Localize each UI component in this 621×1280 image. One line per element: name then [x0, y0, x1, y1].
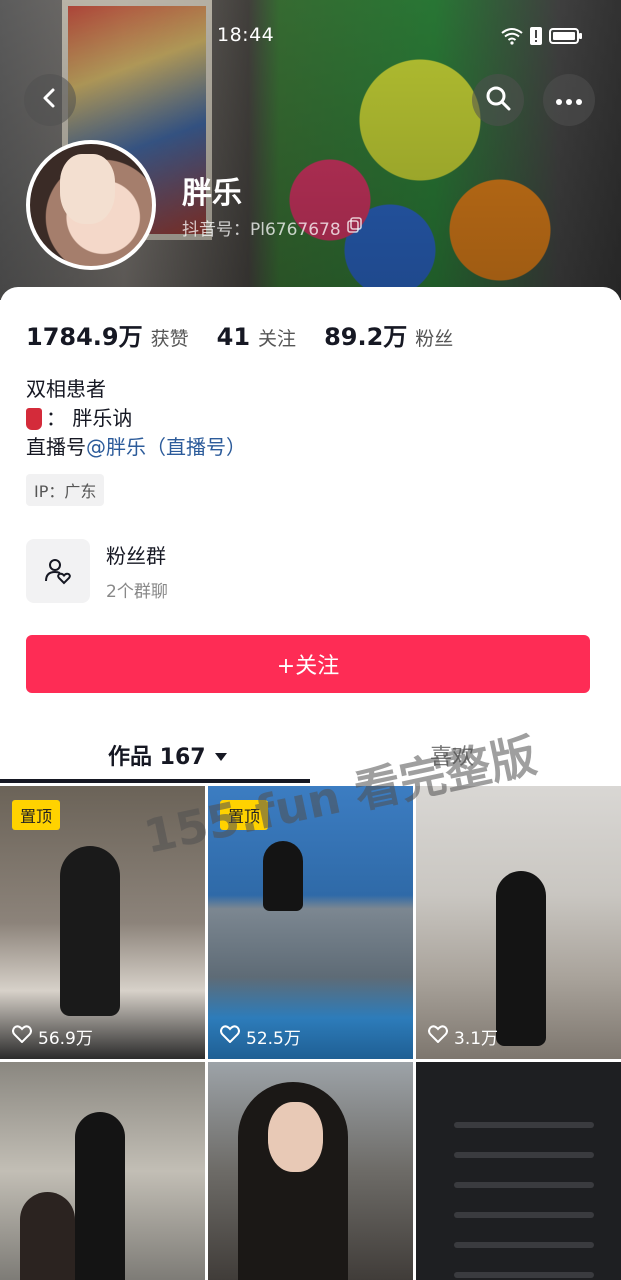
tab-active-indicator [0, 779, 310, 783]
video-likes: 3.1万 [428, 1024, 498, 1049]
profile-stats: 1784.9万 获赞 41 关注 89.2万 粉丝 [26, 317, 453, 352]
fan-group-subtitle: 2个群聊 [106, 582, 168, 602]
douyin-id[interactable]: 抖音号：Pl6767678 [182, 215, 363, 240]
video-tile[interactable] [208, 1062, 413, 1280]
alert-icon [529, 26, 543, 50]
video-tile[interactable] [0, 1062, 205, 1280]
bio-mention-link[interactable]: @胖乐（直播号） [86, 433, 246, 462]
heart-icon [220, 1025, 240, 1048]
fan-group-entry[interactable]: 粉丝群 2个群聊 [26, 539, 168, 603]
video-likes: 52.5万 [220, 1024, 301, 1049]
stat-following[interactable]: 41 关注 [217, 323, 296, 351]
stat-label: 粉丝 [415, 328, 454, 350]
profile-bio: 双相患者 ： 胖乐讷 直播号 @胖乐（直播号） [26, 375, 246, 462]
video-likes: 56.9万 [12, 1024, 93, 1049]
stat-followers[interactable]: 89.2万 粉丝 [324, 317, 453, 352]
group-heart-icon [26, 539, 90, 603]
video-likes-count: 56.9万 [38, 1029, 93, 1049]
profile-card: 1784.9万 获赞 41 关注 89.2万 粉丝 双相患者 ： 胖乐讷 直播号… [0, 287, 621, 787]
douyin-id-text: 抖音号：Pl6767678 [182, 220, 341, 240]
chevron-left-icon [39, 87, 61, 113]
tab-works-label: 作品 167 [108, 745, 206, 770]
video-likes-count: 3.1万 [454, 1029, 499, 1049]
ribbon-emoji-icon [26, 407, 42, 430]
heart-icon [12, 1025, 32, 1048]
battery-icon [549, 27, 583, 49]
status-bar: 18:44 [0, 0, 621, 72]
bio-line: ： 胖乐讷 [26, 404, 246, 433]
more-button[interactable] [543, 74, 595, 126]
stat-label: 关注 [258, 328, 297, 350]
back-button[interactable] [24, 74, 76, 126]
search-button[interactable] [472, 74, 524, 126]
bio-line-text: ： 胖乐讷 [46, 406, 133, 430]
bio-line: 双相患者 [26, 377, 106, 401]
video-tile[interactable]: 置顶 56.9万 [0, 786, 205, 1059]
copy-icon[interactable] [346, 217, 363, 238]
pinned-badge: 置顶 [12, 800, 61, 830]
bio-line: 直播号 @胖乐（直播号） [26, 433, 246, 462]
video-tile[interactable]: 置顶 52.5万 [208, 786, 413, 1059]
video-tile[interactable] [416, 1062, 621, 1280]
stat-value: 41 [216, 323, 251, 351]
profile-tabs: 作品 167 喜欢 [0, 727, 621, 783]
tab-works[interactable]: 作品 167 [108, 739, 228, 771]
tab-likes[interactable]: 喜欢 [430, 739, 474, 771]
wifi-icon [501, 27, 523, 49]
stat-value: 1784.9万 [26, 323, 143, 351]
status-icons [501, 26, 583, 50]
video-tile[interactable]: 3.1万 [416, 786, 621, 1059]
more-icon [555, 91, 583, 110]
heart-icon [428, 1025, 448, 1048]
fan-group-title: 粉丝群 [106, 544, 166, 568]
profile-name: 胖乐 [182, 176, 242, 211]
status-time: 18:44 [217, 24, 275, 46]
pinned-badge: 置顶 [220, 800, 269, 830]
stat-likes[interactable]: 1784.9万 获赞 [26, 317, 189, 352]
avatar[interactable] [26, 140, 156, 270]
stat-value: 89.2万 [324, 323, 408, 351]
bio-line-prefix: 直播号 [26, 435, 86, 459]
follow-button[interactable]: +关注 [26, 635, 590, 693]
caret-down-icon [214, 743, 228, 768]
ip-location-tag: IP：广东 [26, 474, 105, 506]
stat-label: 获赞 [150, 328, 189, 350]
search-icon [485, 85, 511, 115]
video-likes-count: 52.5万 [246, 1029, 301, 1049]
